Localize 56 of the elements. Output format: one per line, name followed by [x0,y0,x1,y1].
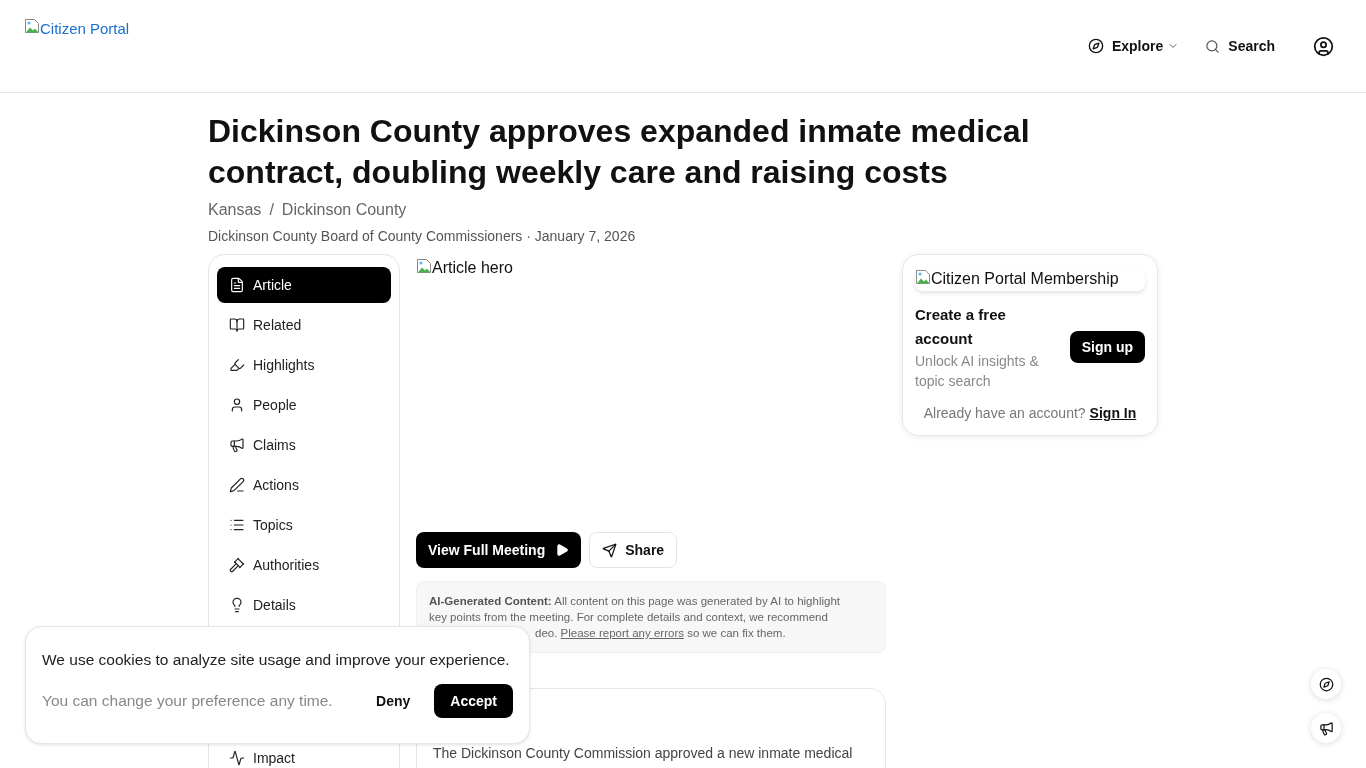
search-icon [1205,38,1221,54]
sign-in-link[interactable]: Sign In [1089,403,1137,423]
highlighter-icon [229,357,245,373]
gavel-icon [229,557,245,573]
search-button[interactable]: Search [1205,35,1275,57]
article-title: Dickinson County approves expanded inmate medical contract, doubling weekly care and raising costs [208,112,1031,192]
account-button[interactable] [1313,35,1334,57]
membership-title: Create a free account [915,305,1007,349]
sign-up-button[interactable]: Sign up [1069,331,1145,363]
book-icon [229,317,245,333]
broken-image-icon [24,18,40,34]
signin-prompt: Already have an account? [923,404,1086,423]
view-meeting-button[interactable]: View Full Meeting [416,532,582,568]
sidebar-tab[interactable]: Actions [217,467,391,503]
explore-menu-button[interactable]: Explore [1087,35,1180,57]
sidebar-tab[interactable]: Highlights [217,347,391,383]
sidebar-tab[interactable]: Article [217,267,391,303]
breadcrumb-link[interactable]: Dickinson County [281,198,407,222]
lightbulb-icon [229,597,245,613]
summary-text: The Dickinson County Commission approved a new inmate medical [433,745,854,761]
sidebar-tab[interactable]: Related [217,307,391,343]
document-icon [229,277,245,293]
pen-icon [229,477,245,493]
compass-icon [1087,38,1104,54]
megaphone-icon [1318,720,1334,736]
image-alt-text: Citizen Portal Membership [931,269,1119,289]
megaphone-icon [229,437,245,453]
user-circle-icon [1313,35,1334,57]
breadcrumb-separator: / [269,200,274,220]
ai-disclaimer-text: AI-Generated Content: All content on this page was generated by AI to highlight key points from the meeting. For complete details and context, we recommend deo. Please report any errors so we can fix them. [429,594,841,641]
report-errors-link[interactable]: Please report any errors [560,627,684,639]
sidebar-tab[interactable]: People [217,387,391,423]
sidebar-tab[interactable]: Claims [217,427,391,463]
person-icon [229,397,245,413]
sidebar-tab[interactable]: Impact [217,747,391,768]
logo-link[interactable]: Citizen Portal [0,0,130,41]
list-icon [229,517,245,533]
cookie-note: You can change your preference any time. [42,691,333,711]
article-byline: Dickinson County Board of County Commissioners · January 7, 2026 [208,227,637,246]
accept-button[interactable]: Accept [434,684,513,718]
share-button[interactable]: Share [589,532,678,568]
sidebar-tab[interactable]: Details [217,587,391,623]
breadcrumb-link[interactable]: Kansas [208,198,262,222]
broken-image-icon [915,269,931,285]
compass-icon [1318,676,1334,692]
sidebar-tab[interactable]: Topics [217,507,391,543]
pulse-icon [229,750,245,766]
feedback-float-button[interactable] [1311,713,1341,743]
cookie-message: We use cookies to analyze site usage and improve your experience. [42,650,511,670]
play-icon [555,543,570,557]
image-alt-text: Article hero [432,258,513,278]
broken-image-icon [416,258,432,274]
send-icon [602,542,618,558]
sidebar-tab[interactable]: Authorities [217,547,391,583]
membership-subtitle: Unlock AI insights & topic search [915,352,1040,391]
explore-float-button[interactable] [1311,669,1341,699]
